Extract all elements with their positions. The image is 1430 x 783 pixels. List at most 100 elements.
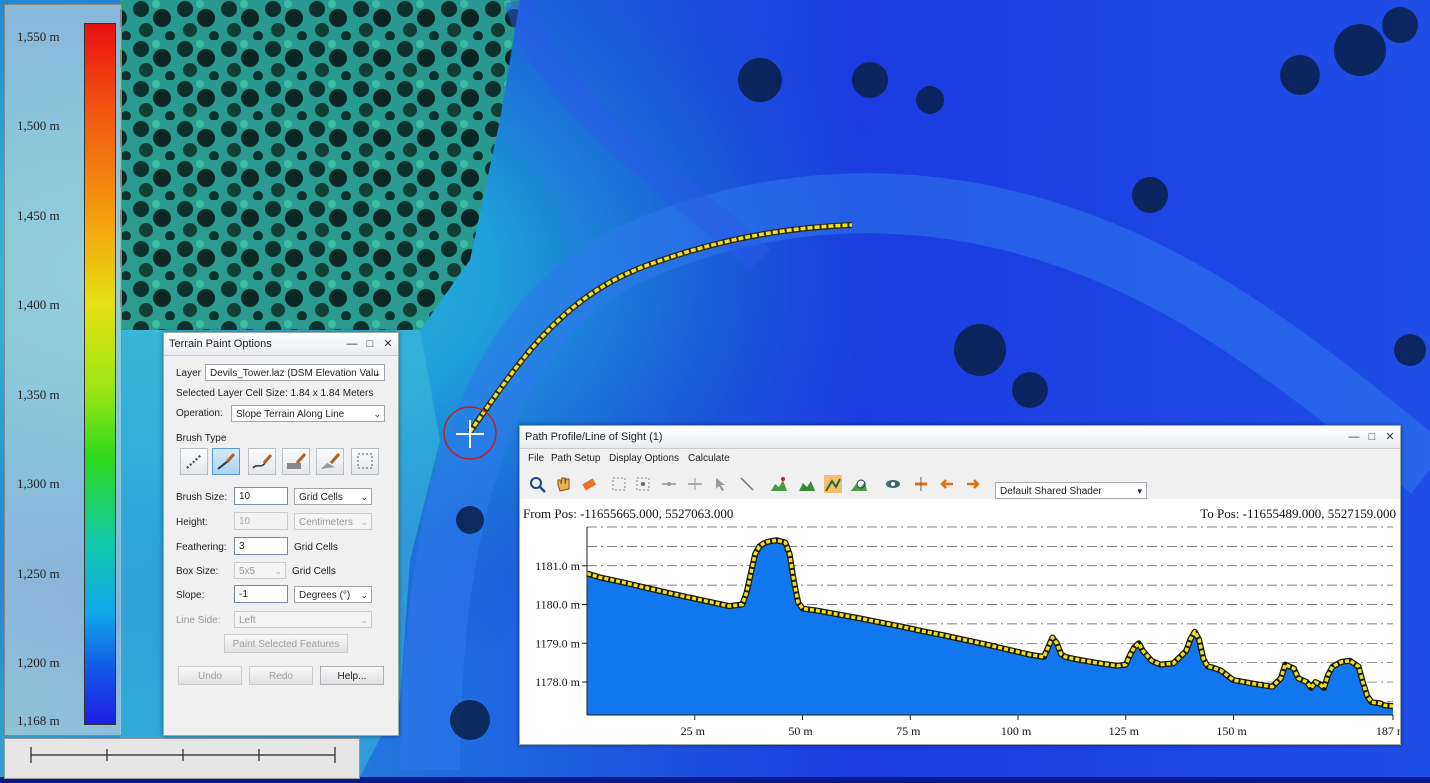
brush-freehand-button[interactable] bbox=[248, 448, 276, 475]
chevron-down-icon: ⌄ bbox=[274, 566, 282, 576]
dotted-brush-icon bbox=[186, 454, 202, 469]
operation-dropdown[interactable]: Slope Terrain Along Line ⌄ bbox=[231, 405, 385, 422]
legend-label: 1,450 m bbox=[17, 208, 60, 223]
maximize-icon[interactable]: □ bbox=[364, 333, 376, 355]
brush-type-label: Brush Type bbox=[176, 433, 227, 444]
feathering-unit: Grid Cells bbox=[294, 542, 338, 553]
height-unit-dropdown[interactable]: Centimeters ⌄ bbox=[294, 513, 372, 530]
brush-area-button[interactable] bbox=[282, 448, 310, 475]
slope-input[interactable]: -1 bbox=[234, 585, 288, 603]
brush-size-unit-dropdown[interactable]: Grid Cells ⌄ bbox=[294, 488, 372, 505]
box-size-label: Box Size: bbox=[176, 566, 219, 577]
profile-chart-area: From Pos: -11655665.000, 5527063.000 To … bbox=[520, 499, 1407, 744]
undo-button[interactable]: Undo bbox=[178, 666, 242, 685]
zoom-icon[interactable] bbox=[528, 475, 546, 493]
terrain-profile-icon[interactable] bbox=[770, 475, 788, 493]
terrain-profile-icon[interactable] bbox=[798, 475, 816, 493]
terrain-search-icon[interactable] bbox=[850, 475, 868, 493]
x-tick-label: 25 m bbox=[681, 724, 706, 738]
y-tick-label: 1179.0 m bbox=[535, 636, 581, 650]
layer-dropdown[interactable]: Devils_Tower.laz (DSM Elevation Valu ⌄ bbox=[205, 364, 385, 381]
brush-size-input[interactable]: 10 bbox=[234, 487, 288, 505]
operation-value: Slope Terrain Along Line bbox=[236, 409, 345, 420]
brush-dotted-line-button[interactable] bbox=[180, 448, 208, 475]
scale-bar-graphic bbox=[30, 747, 336, 763]
chevron-down-icon: ⌄ bbox=[373, 409, 381, 419]
path-profile-titlebar: Path Profile/Line of Sight (1) — □ ✕ bbox=[520, 426, 1400, 449]
help-button[interactable]: Help... bbox=[320, 666, 384, 685]
minimize-icon[interactable]: — bbox=[1348, 426, 1360, 448]
line-side-dropdown[interactable]: Left ⌄ bbox=[234, 611, 372, 628]
menu-path-setup[interactable]: Path Setup bbox=[551, 453, 600, 464]
line-of-sight-icon[interactable] bbox=[824, 475, 842, 493]
terrain-paint-titlebar: Terrain Paint Options — □ ✕ bbox=[164, 333, 398, 356]
menu-bar: File Path Setup Display Options Calculat… bbox=[520, 449, 1400, 469]
legend-label: 1,400 m bbox=[17, 297, 60, 312]
x-tick-label: 187 m bbox=[1376, 724, 1400, 738]
maximize-icon[interactable]: □ bbox=[1366, 426, 1378, 448]
polygon-brush-icon bbox=[321, 453, 341, 469]
pan-hand-icon[interactable] bbox=[554, 475, 572, 493]
measure-icon[interactable] bbox=[660, 475, 678, 493]
box-size-unit: Grid Cells bbox=[292, 566, 336, 577]
swap-left-icon[interactable] bbox=[938, 475, 956, 493]
paint-selected-features-button[interactable]: Paint Selected Features bbox=[224, 634, 348, 653]
y-tick-label: 1181.0 m bbox=[535, 559, 581, 573]
line-brush-icon bbox=[217, 453, 236, 470]
eraser-icon[interactable] bbox=[580, 475, 598, 493]
feathering-label: Feathering: bbox=[176, 542, 227, 553]
slope-unit: Degrees (°) bbox=[299, 590, 351, 601]
minimize-icon[interactable]: — bbox=[346, 333, 358, 355]
path-profile-window: Path Profile/Line of Sight (1) — □ ✕ Fil… bbox=[519, 425, 1407, 745]
chevron-down-icon: ⌄ bbox=[360, 492, 368, 502]
pointer-icon[interactable] bbox=[712, 475, 730, 493]
feathering-input[interactable]: 3 bbox=[234, 537, 288, 555]
chevron-down-icon: ▾ bbox=[1137, 486, 1142, 496]
height-input[interactable]: 10 bbox=[234, 512, 288, 530]
window-title: Terrain Paint Options bbox=[169, 338, 272, 350]
box-size-dropdown[interactable]: 5x5 ⌄ bbox=[234, 562, 286, 579]
line-tool-icon[interactable] bbox=[738, 475, 756, 493]
layer-value: Devils_Tower.laz (DSM Elevation Valu bbox=[210, 368, 379, 379]
x-tick-label: 150 m bbox=[1216, 724, 1247, 738]
grid-points-icon[interactable] bbox=[610, 475, 628, 493]
x-tick-label: 75 m bbox=[896, 724, 921, 738]
legend-label: 1,168 m bbox=[17, 713, 60, 728]
x-tick-label: 50 m bbox=[788, 724, 813, 738]
menu-display-options[interactable]: Display Options bbox=[609, 453, 679, 464]
redo-button[interactable]: Redo bbox=[249, 666, 313, 685]
close-icon[interactable]: ✕ bbox=[382, 333, 394, 355]
layer-label: Layer bbox=[176, 368, 202, 379]
menu-calculate[interactable]: Calculate bbox=[688, 453, 730, 464]
slope-label: Slope: bbox=[176, 590, 205, 601]
line-side-label: Line Side: bbox=[176, 615, 221, 626]
slope-unit-dropdown[interactable]: Degrees (°) ⌄ bbox=[294, 586, 372, 603]
chevron-down-icon: ⌄ bbox=[373, 368, 381, 378]
brush-size-label: Brush Size: bbox=[176, 492, 228, 503]
profile-toolbar bbox=[520, 469, 1400, 496]
menu-file[interactable]: File bbox=[528, 453, 544, 464]
shader-dropdown[interactable]: Default Shared Shader ▾ bbox=[995, 482, 1147, 499]
selection-box-icon bbox=[357, 453, 373, 469]
area-brush-icon bbox=[287, 453, 307, 469]
height-unit: Centimeters bbox=[299, 517, 353, 528]
cell-size-text: Selected Layer Cell Size: 1.84 x 1.84 Me… bbox=[176, 388, 374, 399]
operation-label: Operation: bbox=[176, 408, 223, 419]
grid-points-icon[interactable] bbox=[634, 475, 652, 493]
legend-label: 1,250 m bbox=[17, 566, 60, 581]
elevation-adjust-icon[interactable] bbox=[912, 475, 930, 493]
elevation-legend: 1,550 m 1,500 m 1,450 m 1,400 m 1,350 m … bbox=[4, 4, 122, 736]
shader-value: Default Shared Shader bbox=[1000, 486, 1102, 497]
brush-select-button[interactable] bbox=[351, 448, 379, 475]
line-side-value: Left bbox=[239, 615, 256, 626]
close-icon[interactable]: ✕ bbox=[1384, 426, 1396, 448]
legend-label: 1,350 m bbox=[17, 387, 60, 402]
profile-chart[interactable]: 25 m 50 m 75 m 100 m 125 m 150 m 187 m 1181.0 m… bbox=[520, 499, 1407, 744]
legend-label: 1,500 m bbox=[17, 118, 60, 133]
chevron-down-icon: ⌄ bbox=[360, 517, 368, 527]
brush-polygon-button[interactable] bbox=[316, 448, 344, 475]
viewshed-eye-icon[interactable] bbox=[884, 475, 902, 493]
measure-icon[interactable] bbox=[686, 475, 704, 493]
brush-line-button[interactable] bbox=[212, 448, 240, 475]
swap-right-icon[interactable] bbox=[964, 475, 982, 493]
